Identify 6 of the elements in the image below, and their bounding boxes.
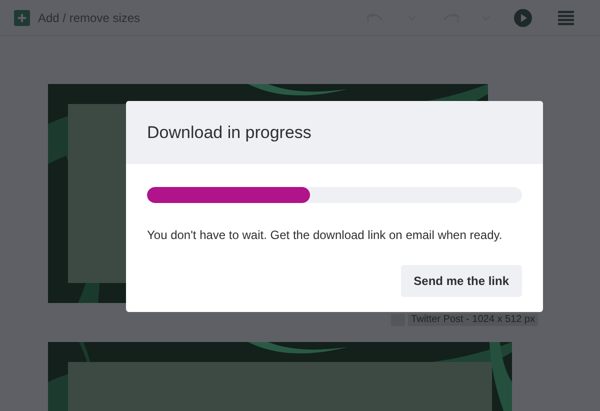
send-link-button[interactable]: Send me the link [400,265,522,297]
dialog-title: Download in progress [147,122,312,144]
menu-icon[interactable] [558,10,574,26]
dialog-message: You don't have to wait. Get the download link on email when ready. [147,227,504,244]
play-icon[interactable] [514,8,532,26]
add-icon[interactable] [14,10,30,26]
